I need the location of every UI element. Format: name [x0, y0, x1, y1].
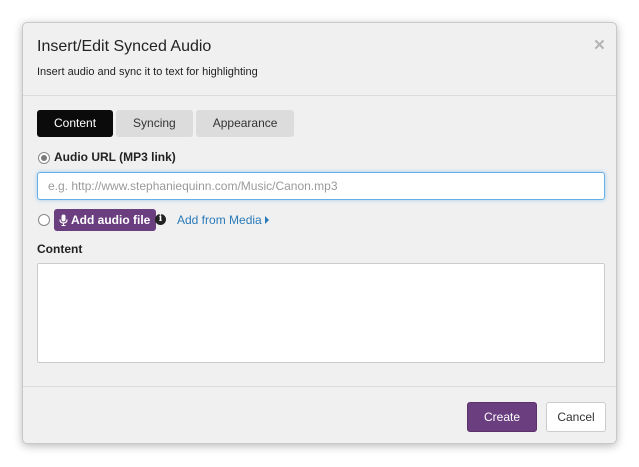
tab-syncing[interactable]: Syncing — [116, 110, 193, 137]
audio-url-radio[interactable] — [38, 152, 50, 164]
dialog-header: Insert/Edit Synced Audio Insert audio an… — [23, 23, 616, 96]
footer-divider — [23, 386, 616, 387]
audio-url-input[interactable] — [37, 172, 605, 200]
audio-file-radio[interactable] — [38, 214, 50, 226]
content-label: Content — [37, 242, 83, 256]
dialog-title: Insert/Edit Synced Audio — [37, 38, 212, 55]
audio-url-label: Audio URL (MP3 link) — [54, 150, 176, 164]
create-button[interactable]: Create — [467, 402, 537, 432]
info-icon[interactable]: i — [155, 214, 166, 225]
content-textarea[interactable] — [37, 263, 605, 363]
cancel-button[interactable]: Cancel — [546, 402, 606, 432]
add-audio-file-label: Add audio file — [71, 213, 151, 227]
synced-audio-dialog: Insert/Edit Synced Audio Insert audio an… — [22, 22, 617, 444]
tab-content[interactable]: Content — [37, 110, 114, 137]
add-audio-file-button[interactable]: Add audio file — [54, 209, 157, 231]
tab-appearance[interactable]: Appearance — [195, 110, 295, 137]
add-from-media-link[interactable]: Add from Media — [177, 213, 269, 227]
tab-bar: Content Syncing Appearance — [37, 110, 295, 137]
add-from-media-label: Add from Media — [177, 213, 262, 227]
dialog-subtitle: Insert audio and sync it to text for hig… — [37, 66, 258, 78]
close-icon[interactable]: × — [594, 36, 605, 55]
microphone-icon — [59, 214, 68, 226]
caret-right-icon — [264, 216, 269, 224]
